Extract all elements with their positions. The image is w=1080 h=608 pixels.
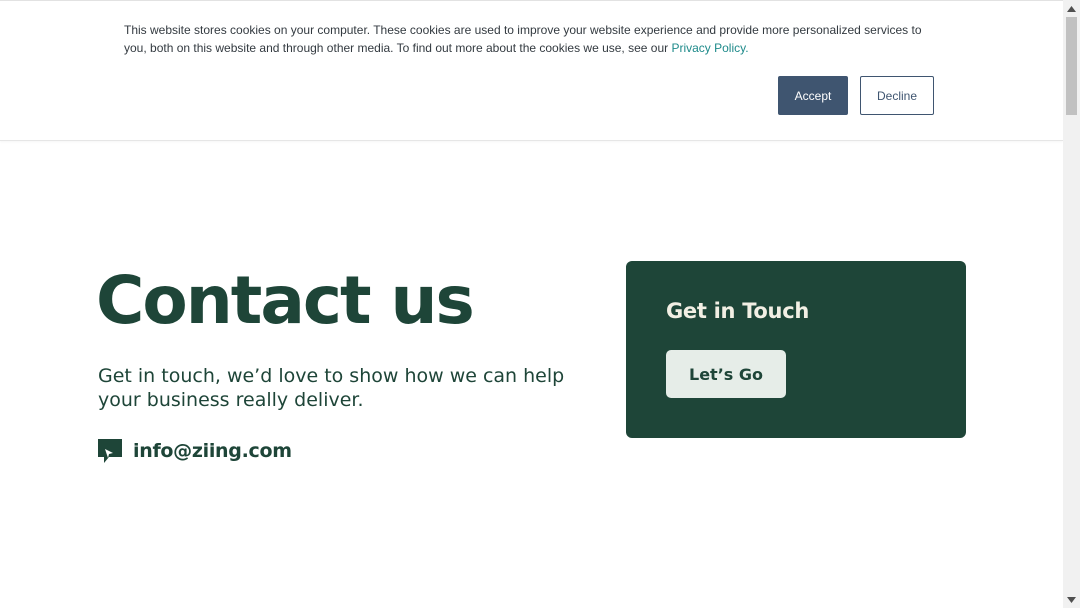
- scroll-down-arrow-icon[interactable]: [1063, 591, 1080, 608]
- cookie-message: This website stores cookies on your comp…: [124, 21, 944, 57]
- email-row[interactable]: info@ziing.com: [98, 436, 292, 466]
- chat-icon: [98, 439, 122, 463]
- email-link[interactable]: info@ziing.com: [133, 440, 292, 462]
- vertical-scrollbar[interactable]: [1063, 0, 1080, 608]
- scrollbar-thumb[interactable]: [1066, 17, 1077, 115]
- accept-button[interactable]: Accept: [778, 76, 848, 115]
- page: This website stores cookies on your comp…: [0, 0, 1063, 608]
- card-title: Get in Touch: [666, 299, 810, 323]
- page-subtitle: Get in touch, we’d love to show how we c…: [98, 365, 565, 411]
- cookie-banner: This website stores cookies on your comp…: [0, 0, 1063, 141]
- lets-go-button[interactable]: Let’s Go: [666, 350, 786, 398]
- privacy-policy-link[interactable]: Privacy Policy.: [671, 41, 748, 55]
- page-title: Contact us: [96, 262, 475, 339]
- get-in-touch-card: Get in Touch Let’s Go: [626, 261, 966, 438]
- decline-button[interactable]: Decline: [860, 76, 934, 115]
- cookie-message-text: This website stores cookies on your comp…: [124, 23, 922, 55]
- scroll-up-arrow-icon[interactable]: [1063, 0, 1080, 17]
